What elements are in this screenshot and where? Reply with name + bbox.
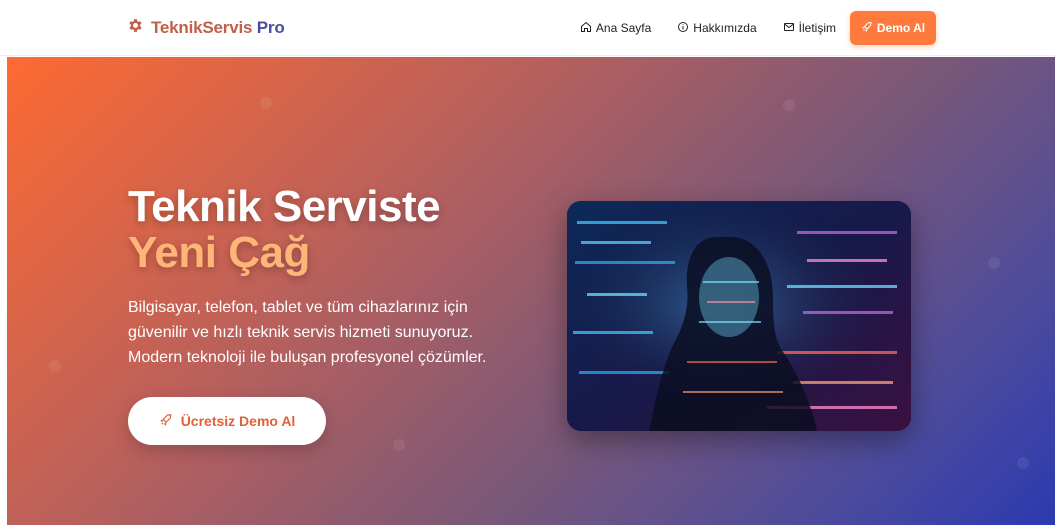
nav-home-link[interactable]: Ana Sayfa bbox=[580, 11, 651, 45]
free-demo-button[interactable]: Ücretsiz Demo Al bbox=[128, 397, 326, 445]
hero-title-line2: Yeni Çağ bbox=[128, 228, 310, 277]
gear-icon bbox=[127, 17, 144, 39]
nav-demo-button[interactable]: Demo Al bbox=[850, 11, 936, 45]
nav-about-link[interactable]: Hakkımızda bbox=[677, 11, 757, 45]
decor-dot bbox=[783, 99, 795, 111]
nav-contact-link[interactable]: İletişim bbox=[783, 11, 836, 45]
decor-dot bbox=[988, 257, 1000, 269]
info-icon bbox=[677, 21, 689, 36]
navbar: TeknikServis Pro Ana Sayfa Hakkımızda İl… bbox=[0, 0, 1055, 56]
main-nav: Ana Sayfa Hakkımızda İletişim Demo Al bbox=[554, 11, 936, 45]
hero-title: Teknik Serviste Yeni Çağ bbox=[128, 182, 441, 277]
brand-logo[interactable]: TeknikServis Pro bbox=[127, 16, 285, 40]
nav-about-label: Hakkımızda bbox=[693, 21, 757, 35]
decor-dot bbox=[393, 439, 405, 451]
decor-dot bbox=[1017, 457, 1029, 469]
woman-with-code-projection-image bbox=[567, 201, 911, 431]
nav-contact-label: İletişim bbox=[798, 21, 836, 35]
mail-icon bbox=[783, 21, 795, 36]
home-icon bbox=[580, 21, 592, 36]
nav-home-label: Ana Sayfa bbox=[595, 21, 652, 35]
hero-title-line1: Teknik Serviste bbox=[128, 182, 441, 231]
hero-section: Teknik Serviste Yeni Çağ Bilgisayar, tel… bbox=[7, 57, 1055, 525]
nav-demo-label: Demo Al bbox=[876, 21, 926, 35]
hero-description: Bilgisayar, telefon, tablet ve tüm cihaz… bbox=[128, 299, 487, 366]
free-demo-label: Ücretsiz Demo Al bbox=[180, 413, 296, 429]
rocket-icon bbox=[159, 413, 173, 430]
decor-dot bbox=[260, 97, 272, 109]
decor-dot bbox=[49, 360, 61, 372]
brand-name: TeknikServis Pro bbox=[151, 18, 285, 37]
rocket-icon bbox=[861, 21, 873, 36]
